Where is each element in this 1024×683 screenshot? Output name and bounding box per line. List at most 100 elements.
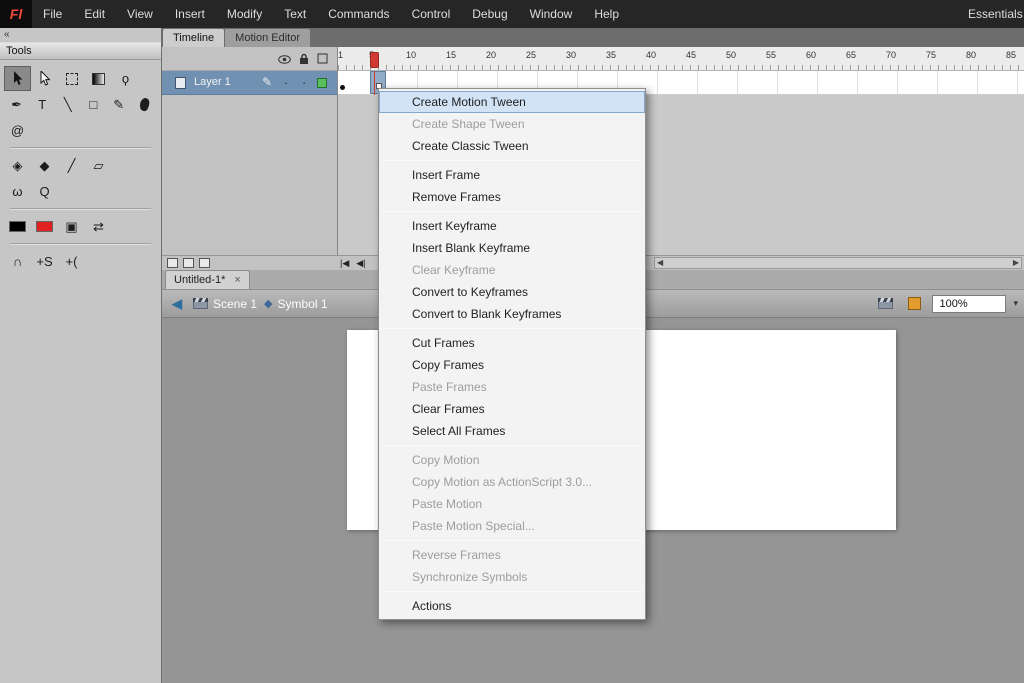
free-transform-tool[interactable] <box>58 66 85 91</box>
context-menu-item-actions[interactable]: Actions <box>379 595 645 617</box>
menubar-item-edit[interactable]: Edit <box>73 0 116 28</box>
symbol-breadcrumb[interactable]: ◆ Symbol 1 <box>264 297 328 311</box>
tool-row: ϙ <box>4 66 157 91</box>
text-tool[interactable]: T <box>30 92 56 117</box>
pencil-tool[interactable]: ✎ <box>106 92 132 117</box>
tool-row: ωQ <box>4 179 157 204</box>
menubar-item-view[interactable]: View <box>116 0 164 28</box>
timeline-ruler[interactable]: 1510152025303540455055606570758085 <box>338 47 1024 71</box>
context-menu-item-convert-to-keyframes[interactable]: Convert to Keyframes <box>379 281 645 303</box>
hand-tool[interactable]: ω <box>4 179 31 204</box>
scene-breadcrumb[interactable]: Scene 1 <box>193 297 257 311</box>
snap-to-objects-button[interactable]: ∩ <box>4 249 31 274</box>
frame-number: 85 <box>1006 50 1017 60</box>
tool-row: ◈ ◆ ╱ ▱ <box>4 153 157 178</box>
ink-bottle-tool[interactable]: ◆ <box>31 153 58 178</box>
layer-outline-color-swatch[interactable] <box>317 78 327 88</box>
scroll-left-arrow-icon[interactable]: ◀ <box>657 258 663 268</box>
menu-separator <box>380 328 644 329</box>
line-tool[interactable]: ╲ <box>55 92 81 117</box>
keyframe-marker[interactable] <box>340 85 345 90</box>
frame-number: 75 <box>926 50 937 60</box>
context-menu-item-copy-frames[interactable]: Copy Frames <box>379 354 645 376</box>
symbol-icon: ◆ <box>264 298 273 310</box>
close-icon[interactable]: × <box>234 273 240 287</box>
straighten-button[interactable]: +( <box>58 249 85 274</box>
menubar-item-control[interactable]: Control <box>401 0 462 28</box>
prev-frame-button[interactable]: ◀| <box>356 257 365 269</box>
smooth-button[interactable]: +S <box>31 249 58 274</box>
eraser-tool[interactable]: ▱ <box>85 153 112 178</box>
layers-column-header <box>162 47 337 71</box>
fill-color-swatch[interactable] <box>31 214 58 239</box>
context-menu-item-cut-frames[interactable]: Cut Frames <box>379 332 645 354</box>
workspace-switcher[interactable]: Essentials <box>968 0 1023 28</box>
menubar-item-help[interactable]: Help <box>583 0 630 28</box>
eyedropper-tool[interactable]: ╱ <box>58 153 85 178</box>
context-menu-item-copy-motion-as-actionscript-3-0: Copy Motion as ActionScript 3.0... <box>412 475 593 489</box>
layer-lock-dot[interactable]: · <box>302 75 306 90</box>
playhead[interactable] <box>370 52 379 68</box>
paint-bucket-tool[interactable]: ◈ <box>4 153 31 178</box>
zoom-tool[interactable]: Q <box>31 179 58 204</box>
layer-name[interactable]: Layer 1 <box>194 76 231 88</box>
context-menu-item-insert-keyframe[interactable]: Insert Keyframe <box>379 215 645 237</box>
context-menu-item-create-motion-tween[interactable]: Create Motion Tween <box>379 91 645 113</box>
lasso-tool[interactable]: ϙ <box>112 66 139 91</box>
stroke-color-swatch[interactable] <box>4 214 31 239</box>
tools-panel: « Tools ϙ ✒ T ╲ □ ✎ @ ◈ ◆ ╱ ▱ ω Q ▣ ⇄ ∩ +S +( <box>0 28 162 683</box>
swap-colors-button[interactable]: ⇄ <box>85 214 112 239</box>
tab-motion-editor[interactable]: Motion Editor <box>225 29 310 47</box>
context-menu-item-remove-frames[interactable]: Remove Frames <box>379 186 645 208</box>
context-menu-item-clear-frames[interactable]: Clear Frames <box>379 398 645 420</box>
menubar-item-modify[interactable]: Modify <box>216 0 273 28</box>
context-menu-item-create-classic-tween[interactable]: Create Classic Tween <box>379 135 645 157</box>
black-white-button[interactable]: ▣ <box>58 214 85 239</box>
first-frame-button[interactable]: |◀ <box>340 257 349 269</box>
chevron-down-icon[interactable]: ▾ <box>1013 298 1018 309</box>
brush-tool[interactable] <box>132 92 158 117</box>
subselection-tool[interactable] <box>31 66 58 91</box>
deco-tool[interactable]: @ <box>4 118 31 143</box>
layer-visibility-dot[interactable]: · <box>284 75 288 90</box>
context-menu-item-copy-motion: Copy Motion <box>412 453 480 467</box>
menubar-item-window[interactable]: Window <box>519 0 584 28</box>
selection-tool[interactable] <box>4 66 31 91</box>
scene-icon <box>193 298 208 309</box>
frame-number: 1 <box>338 50 344 60</box>
document-tab[interactable]: Untitled-1* × <box>165 270 250 289</box>
timeline-horizontal-scrollbar[interactable]: ◀ ▶ <box>654 257 1022 269</box>
frame-number: 15 <box>446 50 457 60</box>
lock-icon[interactable] <box>299 53 309 68</box>
context-menu-item-convert-to-blank-keyframes[interactable]: Convert to Blank Keyframes <box>379 303 645 325</box>
zoom-select[interactable]: 100% <box>932 294 1007 313</box>
outline-column-icon[interactable] <box>317 53 328 67</box>
free-transform-tool-icon <box>65 72 78 85</box>
edit-symbols-button[interactable] <box>903 295 925 313</box>
rectangle-tool[interactable]: □ <box>81 92 107 117</box>
collapse-panel-icon[interactable]: « <box>0 28 161 42</box>
scroll-right-arrow-icon[interactable]: ▶ <box>1013 258 1019 268</box>
context-menu-item-insert-blank-keyframe[interactable]: Insert Blank Keyframe <box>379 237 645 259</box>
menubar-item-file[interactable]: File <box>32 0 73 28</box>
new-folder-button[interactable] <box>183 258 194 268</box>
pen-tool[interactable]: ✒ <box>4 92 30 117</box>
gradient-transform-tool[interactable] <box>85 66 112 91</box>
delete-layer-button[interactable] <box>199 258 210 268</box>
tools-panel-header[interactable]: Tools <box>0 42 161 60</box>
new-layer-button[interactable] <box>167 258 178 268</box>
menubar-item-debug[interactable]: Debug <box>461 0 518 28</box>
menubar-item-text[interactable]: Text <box>273 0 317 28</box>
context-menu-item-insert-frame[interactable]: Insert Frame <box>379 164 645 186</box>
symbol-label: Symbol 1 <box>277 296 328 311</box>
menubar-item-commands[interactable]: Commands <box>317 0 400 28</box>
layer-row[interactable]: Layer 1 ✎ · · <box>162 71 337 95</box>
frame-number: 65 <box>846 50 857 60</box>
context-menu-item-select-all-frames[interactable]: Select All Frames <box>379 420 645 442</box>
tab-timeline[interactable]: Timeline <box>163 29 225 47</box>
menubar-item-insert[interactable]: Insert <box>164 0 216 28</box>
back-button[interactable]: ◀ <box>168 296 186 312</box>
edit-scene-button[interactable] <box>874 295 896 313</box>
frame-number: 20 <box>486 50 497 60</box>
eye-icon[interactable] <box>278 53 291 67</box>
